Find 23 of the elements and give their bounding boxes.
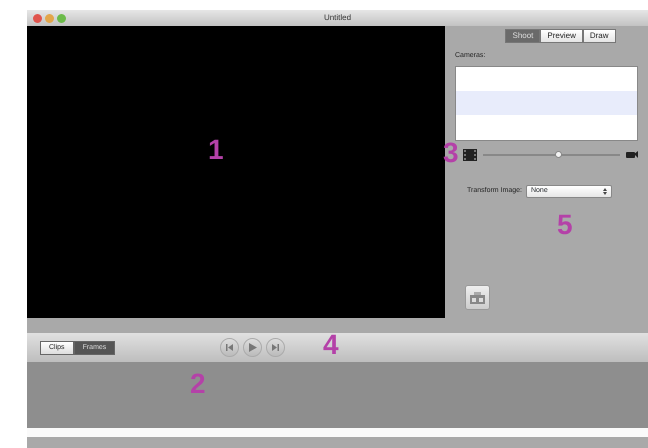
camera-icon <box>470 292 485 304</box>
zoom-button[interactable] <box>57 14 66 22</box>
callout-number: 2 <box>190 370 206 398</box>
cameras-list[interactable] <box>455 66 638 140</box>
skip-back-icon <box>226 344 234 351</box>
mode-tab[interactable]: Draw <box>582 29 616 43</box>
skip-forward-icon <box>272 344 280 351</box>
callout-number: 4 <box>323 331 339 359</box>
close-button[interactable] <box>33 14 42 22</box>
camera-icon <box>626 151 638 158</box>
scroll-bar[interactable] <box>27 428 648 437</box>
window-title: Untitled <box>324 13 352 22</box>
snapshot-button[interactable] <box>465 285 490 310</box>
callout-number: 1 <box>208 136 224 164</box>
play-button[interactable] <box>243 338 262 357</box>
previous-button[interactable] <box>220 338 240 357</box>
next-button[interactable] <box>266 338 286 357</box>
mode-tab[interactable]: Shoot <box>505 29 540 43</box>
mode-tab[interactable]: Preview <box>540 29 583 43</box>
film-icon <box>463 148 477 160</box>
play-icon <box>248 343 257 352</box>
callout-number: 5 <box>557 211 573 239</box>
stepper-arrows-icon <box>602 188 607 194</box>
